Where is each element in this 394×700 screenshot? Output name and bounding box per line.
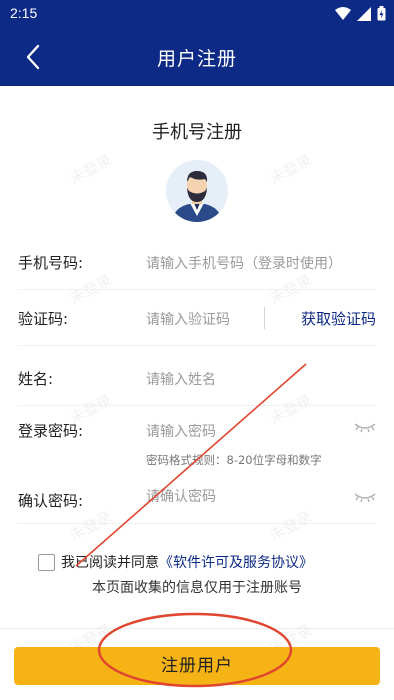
password-row: 登录密码: 请输入密码 — [18, 402, 376, 458]
divider — [264, 307, 265, 329]
confirm-row: 确认密码: 请确认密码 — [18, 468, 376, 524]
phone-row: 手机号码: 请输入手机号码（登录时使用） — [18, 234, 376, 290]
agreement-checkbox[interactable] — [38, 553, 55, 571]
eye-closed-icon[interactable] — [354, 422, 376, 434]
code-input[interactable]: 请输入验证码 — [146, 309, 230, 329]
password-input[interactable]: 请输入密码 — [146, 421, 216, 441]
agreement-link[interactable]: 《软件许可及服务协议》 — [159, 552, 313, 572]
user-avatar-icon — [166, 160, 228, 222]
section-title: 手机号注册 — [152, 122, 242, 143]
battery-icon — [377, 6, 386, 21]
phone-label: 手机号码: — [18, 254, 84, 272]
phone-input[interactable]: 请输入手机号码（登录时使用） — [146, 253, 342, 273]
get-code-button[interactable]: 获取验证码 — [301, 308, 376, 329]
nav-bar: 用户注册 — [0, 28, 394, 86]
wifi-icon — [335, 6, 351, 20]
agreement-text: 我已阅读并同意 — [61, 555, 159, 571]
page-title: 用户注册 — [156, 48, 237, 70]
password-label: 登录密码: — [18, 422, 84, 440]
register-button[interactable]: 注册用户 — [14, 647, 380, 685]
code-label: 验证码: — [18, 310, 69, 328]
eye-closed-icon[interactable] — [354, 492, 376, 504]
watermark-text: 未登录 — [66, 150, 115, 188]
status-bar: 2:15 — [0, 0, 394, 28]
name-input[interactable]: 请输入姓名 — [146, 369, 216, 389]
password-hint: 密码格式规则：8-20位字母和数字 — [146, 453, 322, 467]
status-icons — [335, 6, 386, 21]
divider — [0, 628, 394, 629]
avatar — [166, 160, 228, 222]
code-row: 验证码: 请输入验证码 获取验证码 — [18, 290, 376, 346]
status-time: 2:15 — [10, 5, 38, 21]
confirm-label: 确认密码: — [18, 492, 84, 510]
name-row: 姓名: 请输入姓名 — [18, 350, 376, 406]
privacy-notice: 本页面收集的信息仅用于注册账号 — [92, 580, 302, 596]
watermark-text: 未登录 — [266, 150, 315, 188]
confirm-input[interactable]: 请确认密码 — [146, 486, 216, 506]
name-label: 姓名: — [18, 370, 54, 388]
agreement-row: 我已阅读并同意 《软件许可及服务协议》 — [38, 552, 313, 572]
signal-icon — [357, 6, 371, 21]
